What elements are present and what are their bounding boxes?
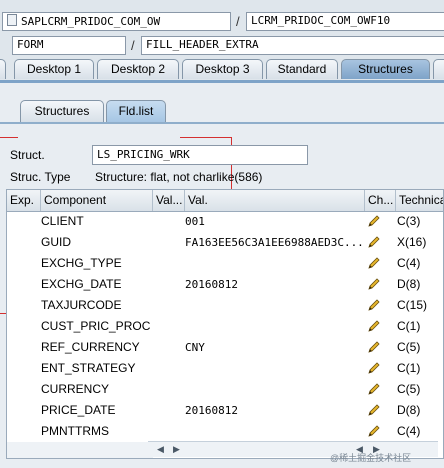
include-field[interactable]: LCRM_PRIDOC_COM_OWF10	[246, 12, 444, 31]
component-value: FA163EE56C3A1EE6988AED3C...	[185, 236, 364, 249]
header-val-short[interactable]: Val...	[153, 190, 185, 211]
annotation-line	[180, 137, 232, 138]
technical-type: C(4)	[397, 256, 421, 270]
desktop-tabstrip: Desktop 1 Desktop 2 Desktop 3 Standard S…	[0, 58, 444, 80]
table-row[interactable]: EXCHG_DATE 20160812 D(8)	[7, 274, 443, 295]
component-name: TAXJURCODE	[41, 298, 122, 312]
component-value	[185, 358, 367, 379]
header-change[interactable]: Ch...	[365, 190, 396, 211]
program-icon	[7, 14, 17, 26]
tab-desktop-3[interactable]: Desktop 3	[182, 59, 263, 79]
component-value	[185, 421, 367, 442]
component-name: CUST_PRIC_PROC	[41, 319, 151, 333]
component-name: PMNTTRMS	[41, 424, 109, 438]
tab-structures[interactable]: Structures	[341, 59, 430, 79]
table-row[interactable]: CURRENCY C(5)	[7, 379, 443, 400]
scroll-filler	[7, 442, 153, 458]
technical-type: D(8)	[397, 277, 421, 291]
table-row[interactable]: ENT_STRATEGY C(1)	[7, 358, 443, 379]
table-row[interactable]: PRICE_DATE 20160812 D(8)	[7, 400, 443, 421]
arrow-right-icon[interactable]: ▶	[170, 443, 183, 455]
component-value	[185, 316, 367, 337]
event-name: FILL_HEADER_EXTRA	[146, 38, 259, 51]
component-name: EXCHG_TYPE	[41, 256, 122, 270]
technical-type: C(1)	[397, 361, 421, 375]
component-name: PRICE_DATE	[41, 403, 116, 417]
technical-type: C(4)	[397, 424, 421, 438]
table-row[interactable]: TAXJURCODE C(15)	[7, 295, 443, 316]
include-name: LCRM_PRIDOC_COM_OWF10	[251, 14, 391, 27]
technical-type: C(1)	[397, 319, 421, 333]
pencil-icon[interactable]	[367, 232, 389, 253]
table-row[interactable]: REF_CURRENCY CNY C(5)	[7, 337, 443, 358]
table-row[interactable]: PMNTTRMS C(4)	[7, 421, 443, 442]
pencil-icon[interactable]	[367, 211, 389, 232]
separator-slash: /	[236, 14, 240, 29]
tab-next[interactable]	[433, 59, 444, 79]
component-name: REF_CURRENCY	[41, 340, 140, 354]
header-technical[interactable]: Technica	[396, 190, 443, 211]
table-header: Exp. Component Val... Val. Ch... Technic…	[7, 190, 443, 212]
inner-tab-structures[interactable]: Structures	[20, 100, 104, 122]
struct-type-label: Struc. Type	[10, 170, 71, 184]
technical-type: X(16)	[397, 235, 427, 249]
technical-type: C(3)	[397, 214, 421, 228]
tab-desktop-2[interactable]: Desktop 2	[97, 59, 179, 79]
struct-type-value: Structure: flat, not charlike(586)	[95, 170, 263, 184]
component-value	[185, 253, 367, 274]
technical-type: D(8)	[397, 403, 421, 417]
struct-input[interactable]: LS_PRICING_WRK	[92, 145, 308, 165]
separator-slash: /	[131, 38, 135, 53]
event-type-field[interactable]: FORM	[12, 36, 126, 55]
arrow-left-icon[interactable]: ◀	[154, 443, 167, 455]
pencil-icon[interactable]	[367, 400, 389, 421]
inner-tab-fld-list[interactable]: Fld.list	[106, 100, 166, 122]
pencil-icon[interactable]	[367, 274, 389, 295]
pencil-icon[interactable]	[367, 253, 389, 274]
tab-desktop-1[interactable]: Desktop 1	[14, 59, 94, 79]
component-value: 20160812	[185, 404, 238, 417]
component-value	[185, 379, 367, 400]
program-field[interactable]: SAPLCRM_PRIDOC_COM_OW	[2, 12, 231, 31]
pencil-icon[interactable]	[367, 379, 389, 400]
technical-type: C(5)	[397, 340, 421, 354]
component-name: CURRENCY	[41, 382, 110, 396]
component-name: GUID	[41, 235, 71, 249]
table-row[interactable]: CLIENT 001 C(3)	[7, 211, 443, 232]
component-value	[185, 295, 367, 316]
component-value: 001	[185, 215, 205, 228]
pencil-icon[interactable]	[367, 295, 389, 316]
technical-type: C(15)	[397, 298, 428, 312]
component-name: CLIENT	[41, 214, 84, 228]
event-type: FORM	[17, 38, 44, 51]
pencil-icon[interactable]	[367, 421, 389, 442]
tab-previous[interactable]	[0, 59, 6, 79]
header-component[interactable]: Component	[41, 190, 153, 211]
struct-label: Struct.	[10, 148, 45, 162]
program-name: SAPLCRM_PRIDOC_COM_OW	[21, 15, 161, 28]
pencil-icon[interactable]	[367, 316, 389, 337]
component-value: CNY	[185, 341, 205, 354]
technical-type: C(5)	[397, 382, 421, 396]
pencil-icon[interactable]	[367, 358, 389, 379]
header-exp[interactable]: Exp.	[7, 190, 41, 211]
inner-tab-baseline	[0, 122, 444, 124]
component-name: ENT_STRATEGY	[41, 361, 136, 375]
table-row[interactable]: GUID FA163EE56C3A1EE6988AED3C... X(16)	[7, 232, 443, 253]
field-list-table: Exp. Component Val... Val. Ch... Technic…	[6, 189, 444, 459]
table-row[interactable]: CUST_PRIC_PROC C(1)	[7, 316, 443, 337]
component-name: EXCHG_DATE	[41, 277, 122, 291]
pencil-icon[interactable]	[367, 337, 389, 358]
event-name-field[interactable]: FILL_HEADER_EXTRA	[141, 36, 444, 55]
watermark: @稀土掘金技术社区	[330, 453, 412, 463]
component-value: 20160812	[185, 278, 238, 291]
header-val[interactable]: Val.	[185, 190, 365, 211]
tab-standard[interactable]: Standard	[266, 59, 338, 79]
table-row[interactable]: EXCHG_TYPE C(4)	[7, 253, 443, 274]
annotation-line	[0, 137, 18, 138]
